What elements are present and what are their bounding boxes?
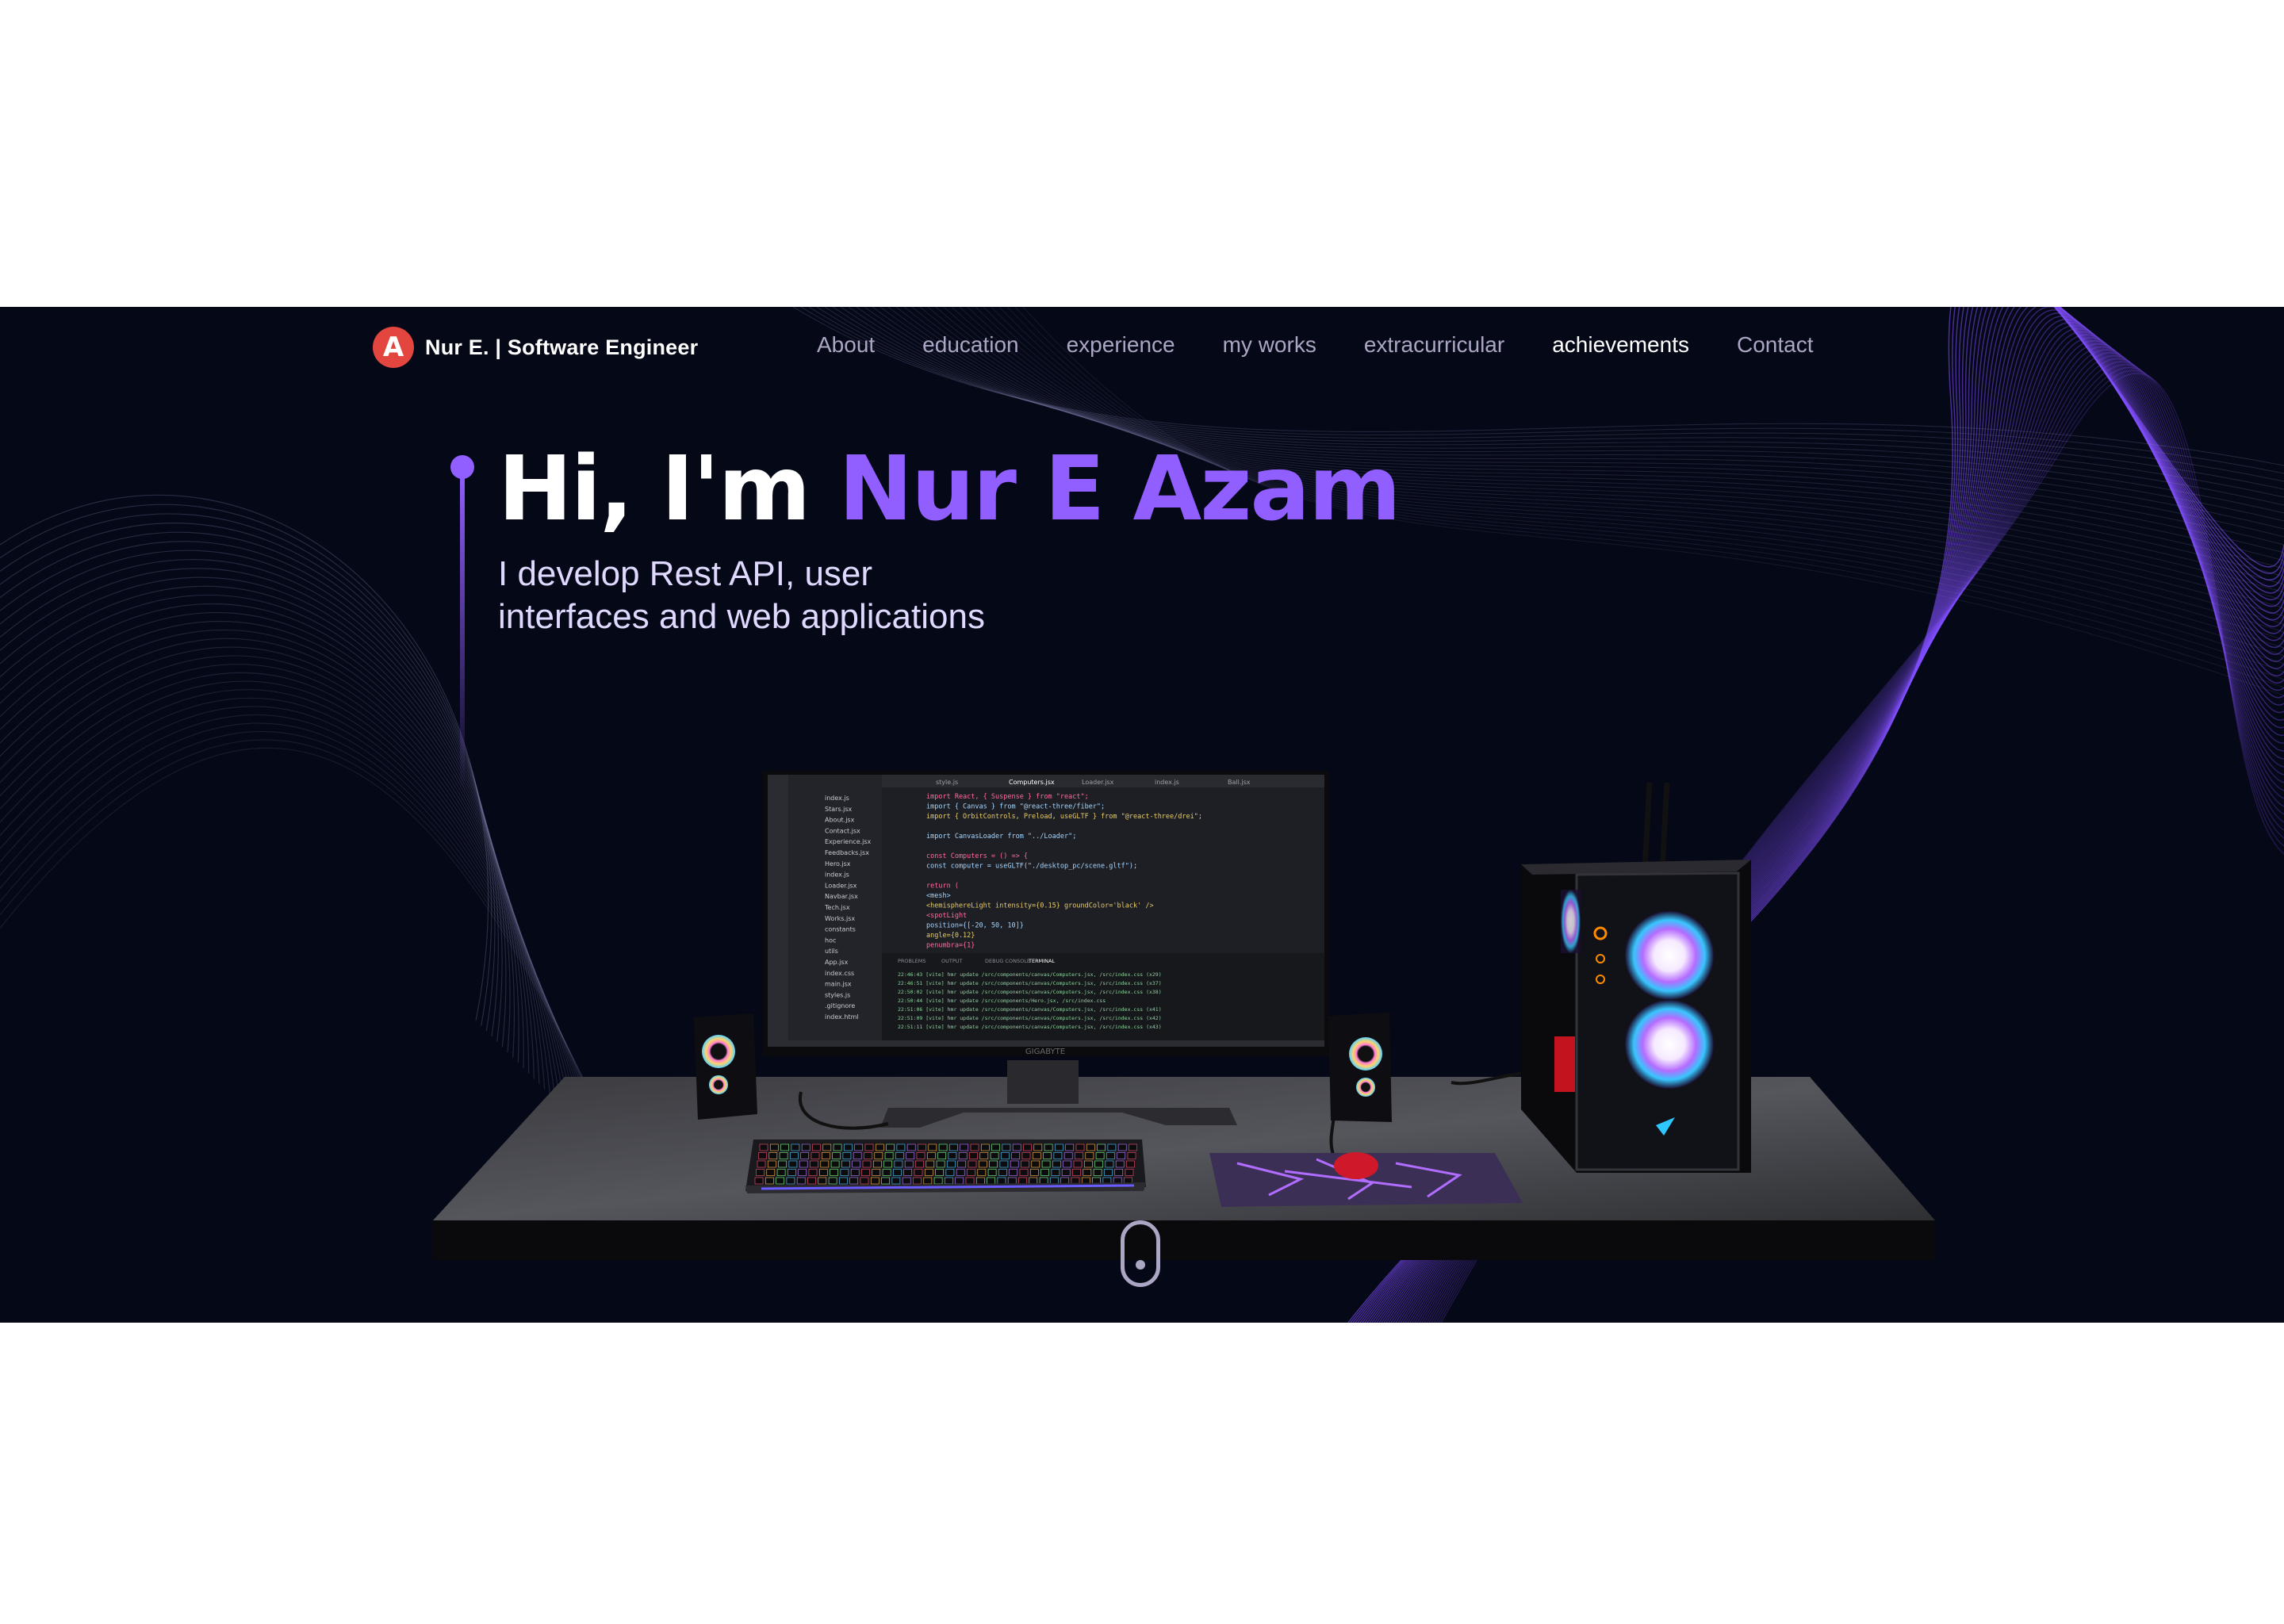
file-tree-item: Hero.jsx	[825, 860, 851, 868]
terminal-line: 22:51:06 [vite] hmr update /src/componen…	[898, 1006, 1162, 1013]
code-line: import { OrbitControls, Preload, useGLTF…	[926, 813, 1202, 821]
file-tree-item: utils	[825, 948, 838, 955]
hero-section: A Nur E. | Software Engineer About educa…	[0, 307, 2284, 1323]
code-line: <spotLight	[926, 912, 967, 920]
gaming-mouse	[1334, 1152, 1378, 1179]
desk-setup-3d-canvas[interactable]: style.js Computers.jsx Loader.jsx index.js B…	[0, 307, 2284, 1323]
editor-tab: style.js	[936, 779, 958, 786]
desk-front-edge	[433, 1220, 1935, 1260]
code-line: const Computers = () => {	[926, 852, 1028, 860]
file-tree-item: index.css	[825, 970, 854, 977]
file-tree-item: main.jsx	[825, 981, 852, 988]
terminal-line: 22:50:44 [vite] hmr update /src/componen…	[898, 998, 1106, 1004]
monitor-stand	[1007, 1060, 1079, 1104]
terminal-tab: PROBLEMS	[898, 958, 925, 964]
terminal-line: 22:51:09 [vite] hmr update /src/componen…	[898, 1015, 1162, 1021]
file-tree-item: Loader.jsx	[825, 882, 857, 889]
code-line: angle={0.12}	[926, 932, 975, 940]
file-tree-item: index.js	[825, 795, 849, 802]
file-tree-item: Experience.jsx	[825, 838, 872, 845]
terminal-tab: DEBUG CONSOLE	[985, 958, 1030, 964]
left-speaker	[694, 1013, 757, 1120]
code-line: return (	[926, 883, 959, 891]
monitor-brand: GIGABYTE	[1025, 1048, 1065, 1056]
keyboard	[745, 1139, 1146, 1193]
file-tree-item: Navbar.jsx	[825, 893, 858, 900]
editor-tab: Computers.jsx	[1009, 779, 1055, 786]
file-tree-item: hoc	[825, 936, 836, 944]
file-tree-item: Contact.jsx	[825, 827, 860, 834]
terminal-tab: OUTPUT	[941, 958, 963, 964]
code-line: const computer = useGLTF("./desktop_pc/s…	[926, 863, 1137, 871]
file-tree-item: index.js	[825, 871, 849, 879]
terminal-line: 22:50:02 [vite] hmr update /src/componen…	[898, 989, 1162, 995]
editor-tab: Loader.jsx	[1082, 779, 1114, 786]
file-tree-item: Works.jsx	[825, 915, 855, 922]
editor-tab: index.js	[1155, 779, 1179, 786]
terminal-tab: TERMINAL	[1028, 958, 1055, 964]
code-line: <hemisphereLight intensity={0.15} ground…	[926, 902, 1154, 910]
right-speaker	[1328, 1013, 1392, 1122]
code-line: import React, { Suspense } from "react";	[926, 793, 1089, 801]
terminal-line: 22:51:11 [vite] hmr update /src/componen…	[898, 1024, 1162, 1030]
code-line: import { Canvas } from "@react-three/fib…	[926, 803, 1105, 811]
file-tree-item: Stars.jsx	[825, 806, 853, 813]
pc-tower	[1521, 782, 1751, 1173]
editor-statusbar	[768, 1040, 1324, 1047]
file-tree-item: .gitignore	[825, 1002, 855, 1009]
scroll-indicator-dot	[1136, 1260, 1145, 1270]
file-tree-item: About.jsx	[825, 817, 855, 824]
file-tree-item: index.html	[825, 1013, 859, 1021]
editor-activity-bar	[768, 775, 788, 1044]
file-tree-item: constants	[825, 926, 856, 933]
code-line: import CanvasLoader from "../Loader";	[926, 833, 1076, 841]
file-tree-item: styles.js	[825, 991, 850, 998]
scroll-down-button[interactable]	[1121, 1220, 1160, 1287]
code-line: penumbra={1}	[926, 942, 975, 950]
file-tree-item: App.jsx	[825, 959, 849, 966]
file-tree-item: Tech.jsx	[824, 904, 850, 911]
file-tree-item: Feedbacks.jsx	[825, 849, 869, 856]
terminal-line: 22:46:51 [vite] hmr update /src/componen…	[898, 980, 1162, 986]
terminal-line: 22:46:43 [vite] hmr update /src/componen…	[898, 971, 1162, 978]
editor-tab: Ball.jsx	[1228, 779, 1251, 786]
code-line: <mesh>	[926, 892, 951, 900]
code-line: position={[-20, 50, 10]}	[926, 922, 1024, 930]
